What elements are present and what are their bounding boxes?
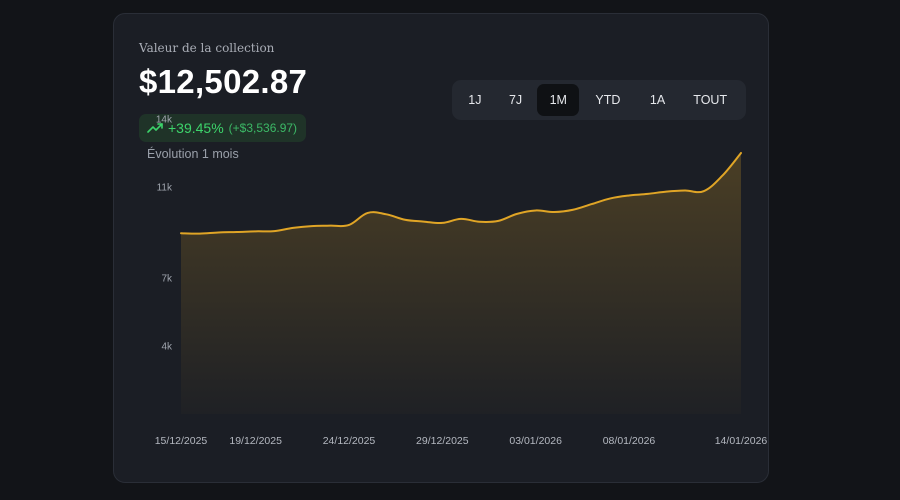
data-point[interactable] [570, 207, 576, 213]
data-point[interactable] [719, 173, 725, 179]
data-point[interactable] [309, 223, 315, 229]
data-point[interactable] [551, 209, 557, 215]
data-point[interactable] [178, 230, 184, 236]
x-tick-label: 14/01/2026 [715, 435, 768, 447]
data-point[interactable] [458, 216, 464, 222]
data-point[interactable] [514, 211, 520, 217]
data-point[interactable] [346, 222, 352, 228]
data-point[interactable] [215, 229, 221, 235]
data-point[interactable] [271, 228, 277, 234]
data-point[interactable] [402, 217, 408, 223]
data-point[interactable] [365, 210, 371, 216]
data-point[interactable] [589, 201, 595, 207]
y-tick-label: 4k [161, 341, 173, 352]
data-point[interactable] [626, 192, 632, 198]
data-point[interactable] [682, 187, 688, 193]
data-point[interactable] [253, 228, 259, 234]
data-point[interactable] [327, 223, 333, 229]
data-point[interactable] [663, 189, 669, 195]
x-tick-label: 03/01/2026 [509, 435, 562, 447]
data-point[interactable] [234, 229, 240, 235]
data-point[interactable] [533, 207, 539, 213]
y-tick-label: 14k [156, 115, 173, 126]
x-tick-label: 15/12/2025 [155, 435, 208, 447]
collection-value-chart: 14k 11k 7k 4k 15/12/2025 19/12/2025 24/12/202… [155, 115, 768, 448]
data-point[interactable] [495, 218, 501, 224]
x-tick-label: 19/12/2025 [229, 435, 282, 447]
x-tick-label: 24/12/2025 [323, 435, 376, 447]
data-point[interactable] [477, 219, 483, 225]
x-tick-label: 29/12/2025 [416, 435, 469, 447]
data-point[interactable] [701, 188, 707, 194]
data-point[interactable] [421, 219, 427, 225]
data-point[interactable] [383, 211, 389, 217]
collection-value-card: Valeur de la collection $12,502.87 +39.4… [113, 13, 769, 483]
y-tick-label: 11k [157, 183, 173, 194]
data-point[interactable] [290, 225, 296, 231]
data-point[interactable] [439, 220, 445, 226]
data-point[interactable] [738, 150, 744, 156]
data-point[interactable] [197, 231, 203, 237]
y-tick-label: 7k [161, 273, 173, 284]
x-tick-label: 08/01/2026 [603, 435, 656, 447]
data-point[interactable] [645, 191, 651, 197]
data-point[interactable] [607, 195, 613, 201]
